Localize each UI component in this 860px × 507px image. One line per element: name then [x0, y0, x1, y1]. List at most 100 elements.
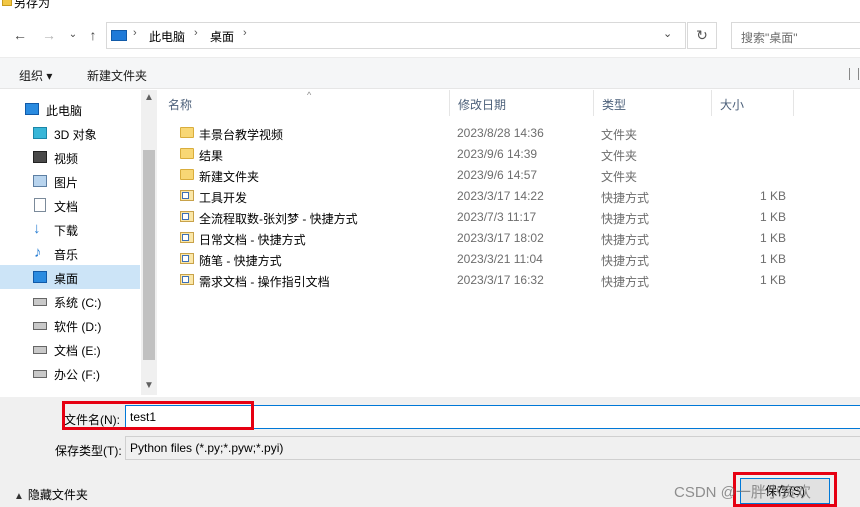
- folder-icon: [180, 148, 194, 159]
- file-size: 1 KB: [759, 231, 786, 245]
- column-header-label: 大小: [720, 98, 745, 112]
- file-type: 快捷方式: [601, 233, 650, 247]
- address-dropdown-icon[interactable]: ⌄: [663, 27, 672, 40]
- file-name: 日常文档 - 快捷方式: [199, 233, 306, 247]
- shortcut-icon: [180, 232, 194, 243]
- column-header-size[interactable]: 大小: [712, 90, 794, 116]
- window-title: 另存为: [14, 0, 51, 10]
- new-folder-button[interactable]: 新建文件夹: [87, 67, 147, 84]
- file-row[interactable]: 需求文档 - 操作指引文档 2023/3/17 16:32 快捷方式 1 KB: [174, 270, 814, 291]
- search-placeholder: 搜索"桌面": [741, 31, 798, 45]
- sidebar-item-label: 桌面: [54, 272, 79, 286]
- navigation-pane: 此电脑 3D 对象 视频 图片 文档 ↓ 下载 ♪ 音乐 桌面 系统 (C:) …: [0, 90, 158, 395]
- column-header-label: 修改日期: [458, 98, 507, 112]
- file-type: 快捷方式: [601, 275, 650, 289]
- address-bar[interactable]: › 此电脑 › 桌面 › ⌄: [106, 22, 686, 49]
- sidebar-item-label: 视频: [54, 152, 79, 166]
- sidebar-item-pictures[interactable]: 图片: [0, 169, 140, 193]
- file-name: 结果: [199, 149, 224, 163]
- chevron-right-icon[interactable]: ›: [194, 27, 198, 39]
- search-input[interactable]: 搜索"桌面": [731, 22, 860, 49]
- file-modified: 2023/9/6 14:39: [457, 147, 538, 161]
- chevron-up-icon: ▲: [14, 491, 24, 502]
- file-size: 1 KB: [759, 252, 786, 266]
- hide-folders-label: 隐藏文件夹: [27, 488, 88, 502]
- chevron-right-icon[interactable]: ›: [133, 27, 137, 39]
- file-modified: 2023/7/3 11:17: [457, 210, 537, 224]
- column-header-modified[interactable]: 修改日期: [450, 90, 594, 116]
- organize-button[interactable]: 组织 ▾: [19, 67, 52, 84]
- file-row[interactable]: 新建文件夹 2023/9/6 14:57 文件夹: [174, 165, 814, 186]
- sidebar-item-music[interactable]: ♪ 音乐: [0, 241, 140, 265]
- scrollbar-thumb[interactable]: [143, 150, 155, 360]
- file-name: 需求文档 - 操作指引文档: [199, 275, 330, 289]
- file-modified: 2023/8/28 14:36: [457, 126, 544, 140]
- command-toolbar: 组织 ▾ 新建文件夹: [0, 57, 860, 89]
- drive-icon: [33, 370, 47, 378]
- file-type: 快捷方式: [601, 212, 650, 226]
- breadcrumb-desktop[interactable]: 桌面: [210, 28, 234, 45]
- cube-icon: [33, 127, 47, 139]
- sidebar-item-this-pc[interactable]: 此电脑: [0, 97, 140, 121]
- file-row[interactable]: 日常文档 - 快捷方式 2023/3/17 18:02 快捷方式 1 KB: [174, 228, 814, 249]
- sidebar-item-drive-c[interactable]: 系统 (C:): [0, 289, 140, 313]
- file-row[interactable]: 全流程取数-张刘梦 - 快捷方式 2023/7/3 11:17 快捷方式 1 K…: [174, 207, 814, 228]
- column-header-name[interactable]: 名称: [160, 90, 450, 116]
- sidebar-item-desktop[interactable]: 桌面: [0, 265, 140, 289]
- scroll-up-icon[interactable]: ▲: [144, 92, 154, 103]
- column-header-label: 名称: [168, 98, 193, 112]
- shortcut-icon: [180, 211, 194, 222]
- sidebar-item-label: 文档: [54, 200, 79, 214]
- drive-icon: [33, 322, 47, 330]
- file-row[interactable]: 随笔 - 快捷方式 2023/3/21 11:04 快捷方式 1 KB: [174, 249, 814, 270]
- sidebar-item-drive-f[interactable]: 办公 (F:): [0, 361, 140, 385]
- scroll-down-icon[interactable]: ▼: [144, 380, 154, 391]
- sidebar-item-downloads[interactable]: ↓ 下载: [0, 217, 140, 241]
- save-dialog-icon: [2, 0, 12, 6]
- sidebar-item-3d-objects[interactable]: 3D 对象: [0, 121, 140, 145]
- file-modified: 2023/9/6 14:57: [457, 168, 538, 182]
- file-row[interactable]: 丰景台教学视频 2023/8/28 14:36 文件夹: [174, 123, 814, 144]
- back-icon[interactable]: ←: [11, 26, 29, 44]
- filetype-select[interactable]: Python files (*.py;*.pyw;*.pyi): [125, 436, 860, 460]
- sidebar-item-videos[interactable]: 视频: [0, 145, 140, 169]
- refresh-button[interactable]: ↻: [687, 22, 717, 49]
- sidebar-item-label: 下载: [54, 224, 79, 238]
- download-icon: ↓: [33, 220, 41, 237]
- chevron-down-icon[interactable]: ⌄: [64, 26, 82, 44]
- desktop-icon: [33, 271, 47, 283]
- sidebar-item-drive-e[interactable]: 文档 (E:): [0, 337, 140, 361]
- column-header-label: 类型: [602, 98, 627, 112]
- file-modified: 2023/3/17 18:02: [457, 231, 544, 245]
- computer-icon: [111, 30, 127, 41]
- folder-icon: [180, 127, 194, 138]
- drive-icon: [33, 346, 47, 354]
- file-type: 快捷方式: [601, 191, 650, 205]
- hide-folders-toggle[interactable]: ▲ 隐藏文件夹: [14, 486, 88, 503]
- sidebar-item-label: 此电脑: [46, 104, 83, 118]
- forward-icon[interactable]: →: [40, 26, 58, 44]
- file-size: 1 KB: [759, 189, 786, 203]
- filetype-value: Python files (*.py;*.pyw;*.pyi): [130, 441, 284, 455]
- file-row[interactable]: 工具开发 2023/3/17 14:22 快捷方式 1 KB: [174, 186, 814, 207]
- chevron-right-icon[interactable]: ›: [243, 27, 247, 39]
- sidebar-item-documents[interactable]: 文档: [0, 193, 140, 217]
- file-name: 新建文件夹: [199, 170, 260, 184]
- sidebar-item-drive-d[interactable]: 软件 (D:): [0, 313, 140, 337]
- sidebar-scrollbar[interactable]: ▲ ▼: [141, 90, 157, 395]
- column-header-type[interactable]: 类型: [594, 90, 712, 116]
- view-options-icon[interactable]: [849, 68, 859, 80]
- computer-icon: [25, 103, 39, 115]
- sidebar-item-label: 文档 (E:): [54, 344, 101, 358]
- file-size: 1 KB: [759, 210, 786, 224]
- refresh-icon: ↻: [696, 27, 708, 43]
- file-name: 工具开发: [199, 191, 248, 205]
- file-name: 丰景台教学视频: [199, 128, 284, 142]
- shortcut-icon: [180, 274, 194, 285]
- video-icon: [33, 151, 47, 163]
- music-icon: ♪: [34, 244, 42, 261]
- up-icon[interactable]: ↑: [84, 26, 102, 44]
- file-row[interactable]: 结果 2023/9/6 14:39 文件夹: [174, 144, 814, 165]
- document-icon: [34, 198, 46, 212]
- breadcrumb-this-pc[interactable]: 此电脑: [149, 28, 185, 45]
